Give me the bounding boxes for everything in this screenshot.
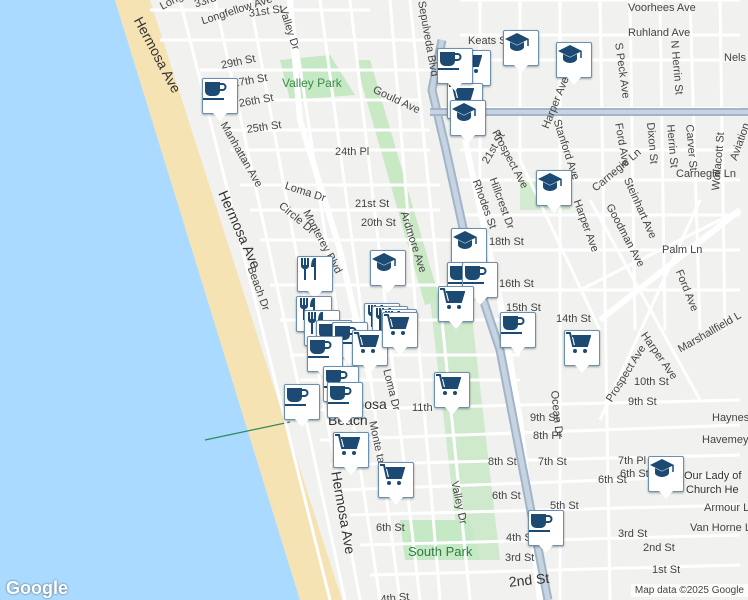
shopping-marker[interactable]	[333, 432, 369, 475]
coffee-marker[interactable]	[528, 510, 564, 553]
school-marker[interactable]	[536, 170, 572, 213]
shopping-marker[interactable]	[378, 462, 414, 505]
street-label-nels: Nels	[724, 52, 747, 64]
street-label-s20th: 20th St	[361, 217, 396, 229]
street-label-carnegie2: Carnegie Ln	[676, 168, 736, 180]
street-label-s10th: 10th St	[634, 376, 669, 388]
street-label-s9th_e: 9th St	[628, 396, 657, 408]
street-label-s14th: 14th St	[556, 313, 591, 325]
street-label-s7th: 7th St	[538, 456, 567, 468]
street-label-p24th: 24th Pl	[335, 146, 370, 158]
street-label-s6th_m: 6th St	[492, 490, 521, 502]
street-label-s6th_w: 6th St	[376, 522, 405, 534]
street-label-p7th: 7th Pl	[618, 455, 647, 467]
street-label-palm: Palm Ln	[662, 244, 703, 256]
coffee-marker[interactable]	[202, 78, 238, 121]
street-label-ourlady1: Our Lady of	[684, 470, 742, 482]
school-marker[interactable]	[451, 228, 487, 271]
school-marker[interactable]	[648, 456, 684, 499]
shopping-marker[interactable]	[382, 312, 418, 355]
school-marker[interactable]	[503, 30, 539, 73]
street-label-s8th: 8th St	[488, 456, 517, 468]
restaurant-marker[interactable]	[297, 256, 333, 299]
street-label-ourlady2: Church He	[686, 484, 739, 496]
street-label-havemeyer: Havemeyer	[702, 434, 748, 446]
street-label-voorhees: Voorhees Ave	[628, 2, 696, 14]
street-label-s21st: 21st St	[355, 198, 390, 210]
street-label-s2nd_e: 2nd St	[643, 542, 675, 554]
street-label-s11th: 11th	[412, 402, 433, 414]
google-logo: Google	[6, 578, 68, 598]
street-label-s3rd: 3rd St	[505, 552, 535, 564]
coffee-marker[interactable]	[437, 48, 473, 91]
shopping-marker[interactable]	[564, 330, 600, 373]
street-label-s3rd_e: 3rd St	[618, 528, 648, 540]
coffee-marker[interactable]	[284, 384, 320, 427]
street-label-s6th_e2: 6th St	[620, 468, 649, 480]
coffee-marker[interactable]	[327, 382, 363, 425]
street-label-vanhorne: Van Horne L	[690, 522, 748, 534]
school-marker[interactable]	[370, 250, 406, 293]
street-label-haynes: Haynes	[712, 412, 748, 424]
street-label-armour: Armour L	[704, 502, 748, 514]
coffee-marker[interactable]	[500, 312, 536, 355]
street-label-ruhland: Ruhland Ave	[628, 27, 691, 39]
street-label-s1st: 1st St	[652, 564, 681, 576]
shopping-marker[interactable]	[434, 372, 470, 415]
map-canvas[interactable]: Longfellow AveLongfellow Ave33rd St31st …	[0, 0, 748, 600]
street-label-s18th: 18th St	[489, 236, 524, 248]
school-marker[interactable]	[450, 100, 486, 143]
map-attribution: Map data ©2025 Google	[630, 584, 748, 597]
school-marker[interactable]	[556, 42, 592, 85]
shopping-marker[interactable]	[438, 286, 474, 329]
street-label-s16th: 16th St	[499, 278, 534, 290]
street-label-valleypark: Valley Park	[282, 76, 342, 90]
street-label-southpark: South Park	[408, 544, 473, 559]
